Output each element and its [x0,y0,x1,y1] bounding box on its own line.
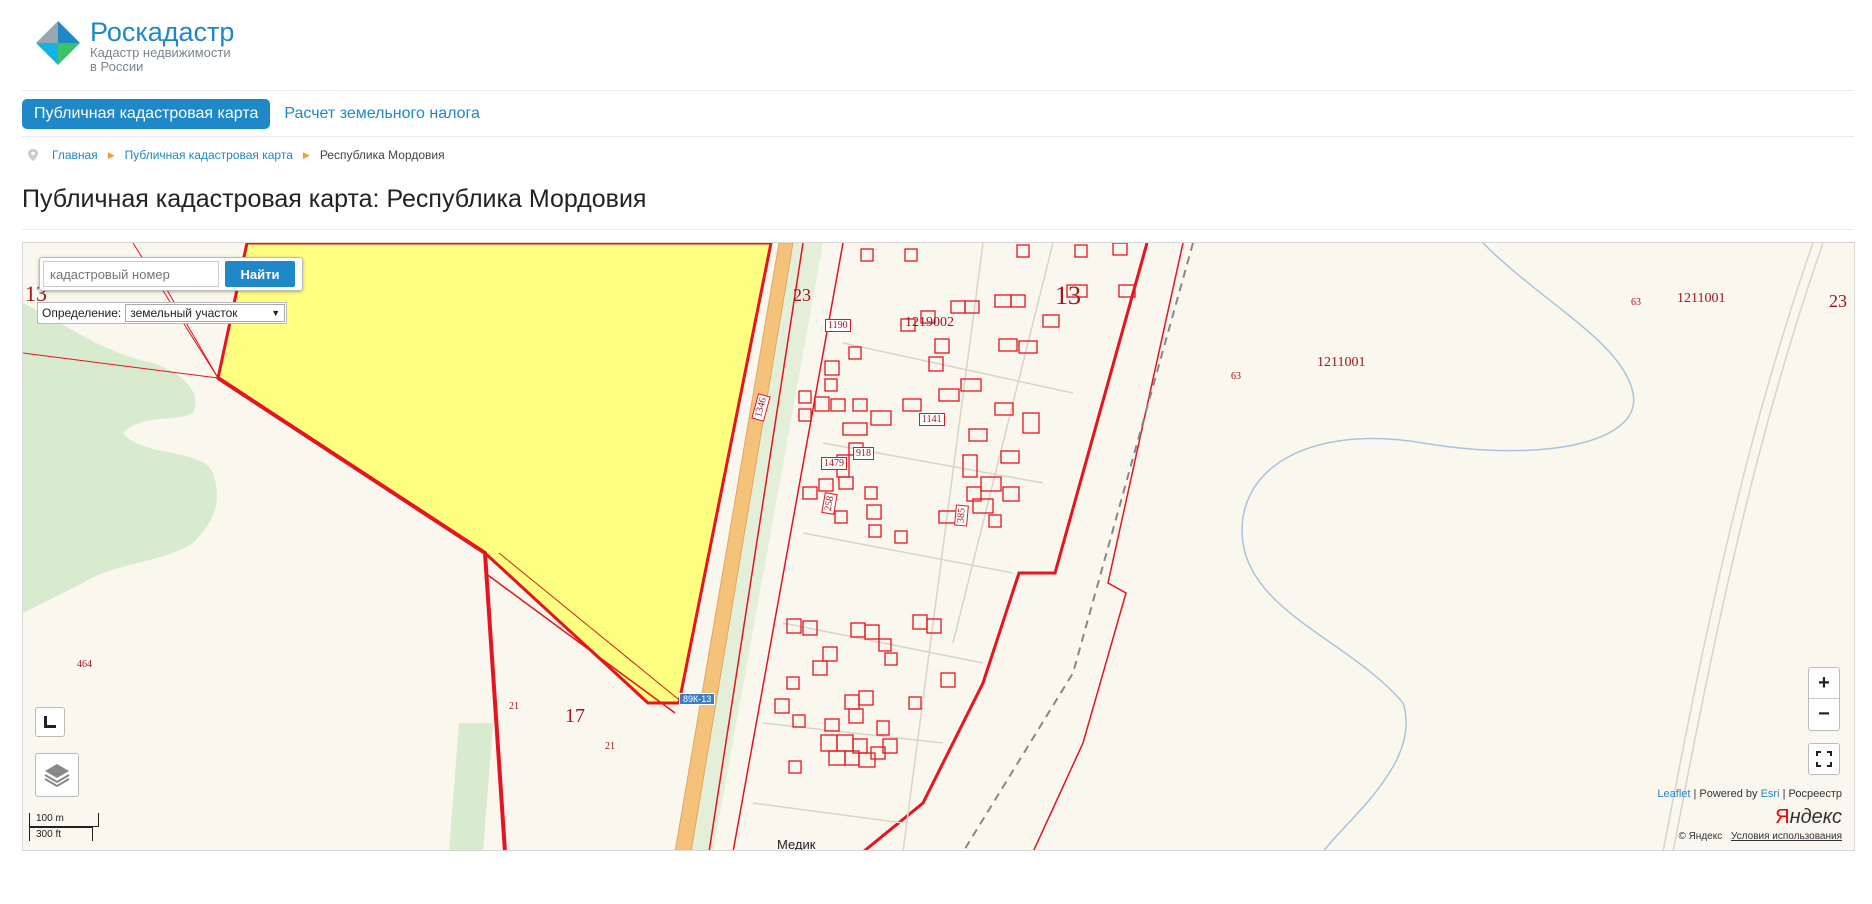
parcel-label: 21 [605,741,615,752]
powered-by-text: | Powered by [1693,788,1758,800]
zoom-out-button[interactable]: − [1809,699,1839,730]
breadcrumb-arrow-icon: ▶ [107,149,115,160]
scale-imperial: 300 ft [29,827,93,841]
main-nav: Публичная кадастровая карта Расчет земел… [22,99,480,129]
search-panel: Найти [39,257,303,291]
parcel-number: 385 [954,504,969,527]
fullscreen-button[interactable] [1808,743,1840,775]
esri-link[interactable]: Esri [1761,788,1780,800]
ruler-icon [44,716,56,728]
parcel-number: 1479 [821,457,847,470]
parcel-label: 464 [77,659,92,670]
quarter-label: 13 [1055,281,1081,310]
quarter-label: 23 [1829,291,1847,311]
define-label: Определение: [42,306,122,320]
forest-strip [449,723,493,850]
copyright-text: © Яндекс [1678,831,1723,842]
river [1241,243,1635,850]
railway [963,243,1194,850]
yandex-logo: Яндекс [1775,806,1842,828]
quarter-label: 1219002 [905,315,954,330]
nav-divider [22,136,1854,137]
parcel-number: 1141 [919,413,945,426]
terms-link[interactable]: Условия использования [1731,831,1842,842]
logo-subtitle-line2: в России [90,59,144,74]
breadcrumb-current: Республика Мордовия [319,148,445,162]
parcel-number: 918 [853,447,874,460]
define-panel: Определение: земельный участок ▼ [37,302,287,324]
zoom-control: + − [1808,667,1840,731]
logo-title: Роскадастр [90,17,235,47]
define-select[interactable]: земельный участок ▼ [125,304,286,322]
layers-icon [44,764,70,788]
quarter-label: 23 [793,285,811,305]
dropdown-arrow-icon: ▼ [271,308,281,318]
logo-subtitle-line1: Кадастр недвижимости [90,45,231,60]
quarter-label: 1211001 [1677,291,1726,306]
place-label: Медик [777,837,816,851]
nav-tab-cadastral-map[interactable]: Публичная кадастровая карта [22,99,271,129]
parcel-number: 1190 [825,319,851,332]
breadcrumb-map[interactable]: Публичная кадастровая карта [125,148,293,162]
find-button[interactable]: Найти [225,261,295,287]
scale-metric: 100 m [29,813,99,827]
quarter-label: 1211001 [1317,355,1366,370]
cadastral-number-input[interactable] [43,261,219,287]
parcel-label: 21 [509,701,519,712]
scale-bar: 100 m 300 ft [29,813,99,841]
breadcrumb: Главная ▶ Публичная кадастровая карта ▶ … [28,148,445,162]
road-sign: 89К-13 [679,693,716,705]
cadastral-map[interactable]: 13 23 13 1219002 1211001 1211001 63 63 2… [22,242,1855,851]
breadcrumb-arrow-icon: ▶ [302,149,310,160]
quarter-label: 63 [1231,371,1241,382]
page-title: Публичная кадастровая карта: Республика … [22,185,647,213]
measure-button[interactable] [35,707,65,737]
header-divider [22,90,1854,91]
quarter-label: 63 [1631,297,1641,308]
fullscreen-icon [1816,751,1832,767]
define-select-value: земельный участок [130,306,238,320]
location-pin-icon [28,149,38,161]
settlement-boundary [863,243,1149,850]
zoom-in-button[interactable]: + [1809,668,1839,699]
nav-tab-land-tax[interactable]: Расчет земельного налога [284,105,480,123]
roskadastr-logo-icon [36,21,80,65]
leaflet-link[interactable]: Leaflet [1657,788,1690,800]
breadcrumb-home[interactable]: Главная [52,148,98,162]
selected-parcel [216,243,773,705]
layers-button[interactable] [35,753,79,797]
copyright: © Яндекс Условия использования [1678,831,1842,842]
map-canvas[interactable] [23,243,1855,851]
logo[interactable]: Роскадастр Кадастр недвижимости в России [36,18,234,78]
map-attribution: Leaflet | Powered by Esri | Росреестр [1657,788,1842,800]
rosreestr-text: | Росреестр [1782,788,1842,800]
title-divider [22,229,1854,230]
quarter-label: 17 [565,705,585,727]
forest-area [23,303,217,613]
